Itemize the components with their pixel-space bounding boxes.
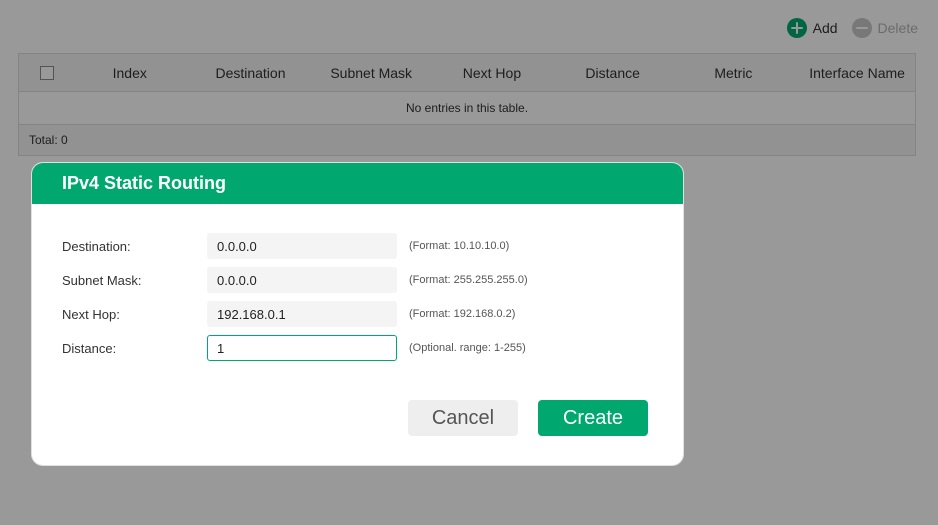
distance-hint: (Optional. range: 1-255)	[409, 342, 526, 354]
next-hop-input[interactable]	[207, 301, 397, 327]
subnet-mask-row: Subnet Mask: (Format: 255.255.255.0)	[62, 267, 528, 293]
distance-input[interactable]	[207, 335, 397, 361]
dialog-header: IPv4 Static Routing	[32, 163, 683, 204]
distance-label: Distance:	[62, 340, 117, 356]
destination-input[interactable]	[207, 233, 397, 259]
destination-row: Destination: (Format: 10.10.10.0)	[62, 233, 528, 259]
create-button[interactable]: Create	[538, 400, 648, 436]
next-hop-hint: (Format: 192.168.0.2)	[409, 308, 516, 320]
next-hop-row: Next Hop: (Format: 192.168.0.2)	[62, 301, 528, 327]
destination-hint: (Format: 10.10.10.0)	[409, 240, 510, 252]
dialog-title: IPv4 Static Routing	[62, 173, 227, 193]
subnet-mask-label: Subnet Mask:	[62, 272, 142, 288]
subnet-mask-input[interactable]	[207, 267, 397, 293]
subnet-mask-hint: (Format: 255.255.255.0)	[409, 274, 528, 286]
cancel-button[interactable]: Cancel	[408, 400, 518, 436]
ipv4-static-routing-dialog: IPv4 Static Routing Destination: (Format…	[31, 162, 684, 466]
distance-row: Distance: (Optional. range: 1-255)	[62, 335, 528, 361]
destination-label: Destination:	[62, 238, 131, 254]
next-hop-label: Next Hop:	[62, 306, 120, 322]
dialog-actions: Cancel Create	[408, 400, 648, 436]
routing-form: Destination: (Format: 10.10.10.0) Subnet…	[62, 233, 528, 369]
